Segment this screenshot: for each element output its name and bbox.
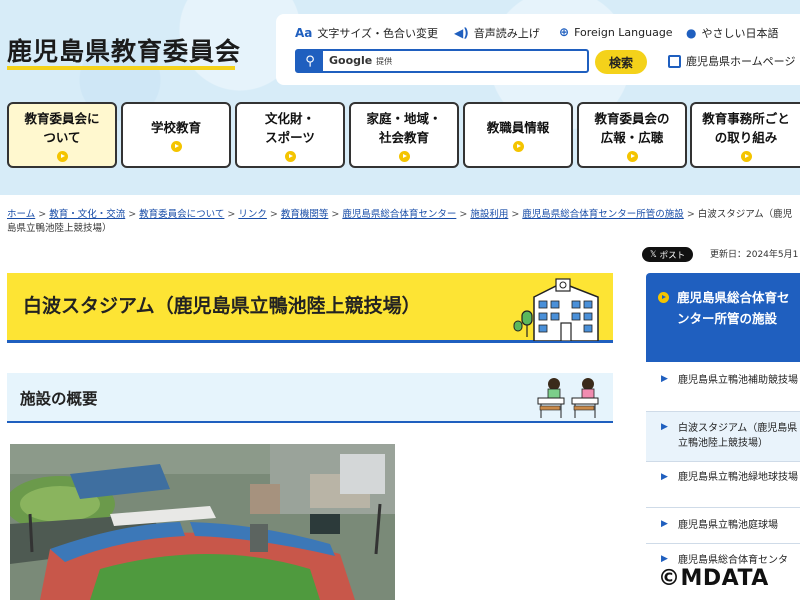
sidebar-item-ball-field[interactable]: ▶ 鹿児島県立鴨池緑地球技場	[646, 462, 800, 508]
arrow-circle-icon	[740, 150, 752, 162]
gnav-label: 教育委員会に	[24, 110, 100, 126]
arrow-circle-icon	[658, 292, 669, 303]
read-aloud-link[interactable]: ◀) 音声読み上げ	[454, 25, 540, 41]
chevron-right-icon: ▶	[661, 374, 668, 384]
gnav-culture-sports[interactable]: 文化財・ スポーツ	[235, 102, 345, 168]
globe-icon: ⊕	[559, 25, 570, 39]
chevron-right-icon: ▶	[661, 472, 668, 482]
gnav-label: 教育事務所ごと	[702, 110, 790, 126]
foreign-language-link[interactable]: ⊕ Foreign Language	[559, 25, 673, 39]
watermark: ©MDATA	[658, 566, 769, 591]
breadcrumb-link[interactable]: 鹿児島県総合体育センター	[342, 209, 456, 220]
breadcrumb-link[interactable]: 教育・文化・交流	[49, 209, 125, 220]
easy-japanese-link[interactable]: ● やさしい日本語	[686, 25, 778, 41]
gnav-label: の取り組み	[714, 129, 778, 145]
text-size-icon: Aa	[295, 26, 313, 40]
speech-bubble-icon: ●	[686, 26, 697, 40]
sidebar-item-auxiliary-field[interactable]: ▶ 鹿児島県立鴨池補助競技場	[646, 362, 800, 412]
breadcrumb-link[interactable]: リンク	[238, 209, 267, 220]
students-at-desks-icon	[537, 378, 599, 418]
search-input[interactable]: ⚲ Google 提供	[295, 49, 589, 73]
sidebar-item-label: 鹿児島県立鴨池補助競技場	[678, 375, 798, 386]
gnav-label: 学校教育	[150, 120, 201, 135]
gnav-label: 教職員情報	[486, 120, 550, 135]
chevron-right-icon: ▶	[661, 519, 668, 529]
arrow-circle-icon	[626, 150, 638, 162]
breadcrumb-link[interactable]: 教育機関等	[281, 209, 329, 220]
sidebar-item-label: 鹿児島県立鴨池庭球場	[678, 520, 778, 531]
arrow-circle-icon	[284, 150, 296, 162]
window-icon	[668, 54, 681, 68]
gnav-public-relations[interactable]: 教育委員会の 広報・広聴	[577, 102, 687, 168]
gnav-staff-info[interactable]: 教職員情報	[463, 102, 573, 168]
x-logo-icon: 𝕏	[649, 249, 657, 260]
read-aloud-label: 音声読み上げ	[473, 27, 540, 40]
easy-japanese-label: やさしい日本語	[701, 27, 779, 40]
foreign-language-label: Foreign Language	[574, 25, 673, 39]
gnav-about-board[interactable]: 教育委員会に ついて	[7, 102, 117, 168]
search-brand: Google 提供	[329, 54, 393, 67]
sidebar-item-shiranami-stadium[interactable]: ▶ 白波スタジアム（鹿児島県立鴨池陸上競技場）	[646, 412, 800, 462]
breadcrumb: ホーム > 教育・文化・交流 > 教育委員会について > リンク > 教育機関等 > 鹿児島県総合体…	[7, 209, 793, 234]
breadcrumb-link[interactable]: 施設利用	[470, 209, 508, 220]
gnav-school-education[interactable]: 学校教育	[121, 102, 231, 168]
sidebar-item-label: 鹿児島県立鴨池緑地球技場	[678, 472, 798, 483]
gnav-label: 家庭・地域・	[366, 110, 442, 126]
gnav-family-community[interactable]: 家庭・地域・ 社会教育	[349, 102, 459, 168]
sidebar-item-label: 白波スタジアム（鹿児島県立鴨池陸上競技場）	[678, 423, 798, 449]
gnav-label: ついて	[43, 129, 81, 145]
chevron-right-icon: ▶	[661, 554, 668, 564]
site-title-underline	[7, 66, 235, 70]
gnav-label: スポーツ	[265, 129, 315, 145]
search-icon: ⚲	[297, 51, 323, 71]
gnav-label: 教育委員会の	[594, 110, 670, 126]
speaker-icon: ◀)	[454, 26, 469, 40]
site-title[interactable]: 鹿児島県教育委員会	[7, 32, 241, 68]
x-post-button[interactable]: 𝕏 ポスト	[642, 247, 693, 262]
sidebar-item-tennis-court[interactable]: ▶ 鹿児島県立鴨池庭球場	[646, 508, 800, 544]
arrow-circle-icon	[398, 150, 410, 162]
text-size-label: 文字サイズ・色合い変更	[317, 27, 439, 40]
section-title: 施設の概要	[20, 390, 98, 408]
page-title-banner: 白波スタジアム（鹿児島県立鴨池陸上競技場）	[7, 273, 613, 343]
breadcrumb-link[interactable]: 教育委員会について	[139, 209, 224, 220]
search-button[interactable]: 検索	[595, 50, 647, 74]
breadcrumb-link[interactable]: ホーム	[7, 209, 35, 220]
site-header: 鹿児島県教育委員会 Aa 文字サイズ・色合い変更 ◀) 音声読み上げ ⊕ For…	[0, 0, 800, 195]
section-heading-box: 施設の概要	[7, 373, 613, 423]
x-post-label: ポスト	[659, 250, 686, 261]
text-size-link[interactable]: Aa 文字サイズ・色合い変更	[295, 25, 438, 41]
update-date: 更新日：2024年5月1	[710, 250, 799, 260]
stadium-aerial-photo	[10, 444, 395, 600]
prefecture-home-link[interactable]: 鹿児島県ホームページ	[668, 53, 795, 69]
chevron-right-icon: ▶	[661, 422, 668, 432]
arrow-circle-icon	[56, 150, 68, 162]
breadcrumb-link[interactable]: 鹿児島県総合体育センター所管の施設	[522, 209, 684, 220]
gnav-label: 社会教育	[378, 129, 429, 145]
arrow-circle-icon	[170, 141, 182, 152]
gnav-label: 文化財・	[264, 110, 315, 126]
page-title: 白波スタジアム（鹿児島県立鴨池陸上競技場）	[23, 295, 421, 317]
sidebar-heading[interactable]: 鹿児島県総合体育センター所管の施設	[646, 273, 800, 362]
school-building-icon	[513, 278, 599, 341]
prefecture-home-label: 鹿児島県ホームページ	[686, 55, 796, 68]
gnav-office-initiatives[interactable]: 教育事務所ごと の取り組み	[690, 102, 800, 168]
utility-bar: Aa 文字サイズ・色合い変更 ◀) 音声読み上げ ⊕ Foreign Langu…	[276, 14, 800, 85]
arrow-circle-icon	[512, 141, 524, 152]
gnav-label: 広報・広聴	[600, 129, 664, 145]
sidebar-heading-label: 鹿児島県総合体育センター所管の施設	[677, 290, 790, 326]
